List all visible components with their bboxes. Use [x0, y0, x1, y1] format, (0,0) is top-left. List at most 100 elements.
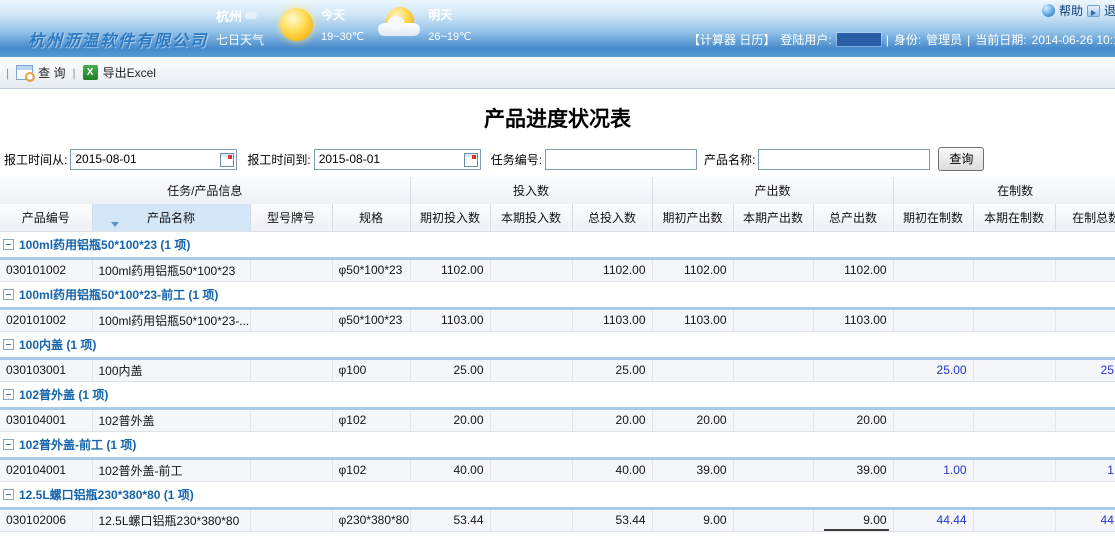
col-header-spec[interactable]: 规格 — [332, 204, 410, 231]
table-cell: φ102 — [332, 458, 410, 481]
table-row: 030103001100内盖φ10025.0025.0025.0025.00 — [0, 358, 1115, 381]
calendar-icon[interactable] — [220, 153, 234, 167]
table-cell — [733, 508, 813, 531]
table-cell[interactable]: 1.00 — [893, 458, 973, 481]
date-from-label: 报工时间从: — [4, 151, 67, 168]
query-button-label: 查 询 — [38, 64, 65, 81]
table-cell — [733, 358, 813, 381]
col-header-output-period[interactable]: 本期产出数 — [733, 204, 813, 231]
calendar-icon[interactable] — [464, 153, 478, 167]
table-cell — [250, 458, 332, 481]
group-header-row: 102普外盖 (1 项) — [0, 381, 1115, 408]
today-temperature: 19~30℃ — [321, 30, 364, 43]
logout-link[interactable]: 退出 — [1104, 2, 1115, 19]
filter-search-button[interactable]: 查询 — [938, 147, 984, 171]
table-cell: 030103001 — [0, 358, 92, 381]
group-title: 102普外盖 (1 项) — [19, 388, 108, 402]
table-cell: 25.00 — [572, 358, 652, 381]
table-cell: 030102006 — [0, 508, 92, 531]
table-cell: φ230*380*80 — [332, 508, 410, 531]
export-excel-button[interactable]: X 导出Excel — [83, 64, 156, 81]
top-links: 帮助 退出 — [1042, 2, 1115, 19]
collapse-icon[interactable] — [3, 289, 14, 300]
table-cell — [973, 408, 1055, 431]
table-cell: 53.44 — [410, 508, 490, 531]
table-cell[interactable]: 25.00 — [893, 358, 973, 381]
group-title: 100内盖 (1 项) — [19, 338, 96, 352]
sun-cloud-icon — [378, 6, 422, 42]
col-header-product-name[interactable]: 产品名称 — [92, 204, 250, 231]
table-cell — [733, 458, 813, 481]
header-columns-row: 产品编号 产品名称 型号牌号 规格 期初投入数 本期投入数 总投入数 期初产出数… — [0, 204, 1115, 231]
date-to-input[interactable] — [314, 149, 481, 170]
col-header-output-total[interactable]: 总产出数 — [813, 204, 893, 231]
table-cell: 102普外盖 — [92, 408, 250, 431]
col-header-input-begin[interactable]: 期初投入数 — [410, 204, 490, 231]
toolbar-separator: | — [72, 66, 75, 80]
table-cell[interactable]: 44.44 — [1055, 508, 1115, 531]
table-cell[interactable]: 25.00 — [1055, 358, 1115, 381]
table-cell — [250, 258, 332, 281]
collapse-icon[interactable] — [3, 339, 14, 350]
collapse-icon[interactable] — [3, 389, 14, 400]
group-header-row: 12.5L螺口铝瓶230*380*80 (1 项) — [0, 481, 1115, 508]
task-no-input[interactable] — [545, 149, 697, 170]
table-cell — [250, 308, 332, 331]
table-row: 030104001102普外盖φ10220.0020.0020.0020.00 — [0, 408, 1115, 431]
table-body: 100ml药用铝瓶50*100*23 (1 项) 030101002100ml药用… — [0, 231, 1115, 531]
week-weather-link[interactable]: 七日天气 — [216, 31, 264, 48]
table-cell — [1055, 408, 1115, 431]
table-cell[interactable]: 44.44 — [893, 508, 973, 531]
sun-icon — [280, 8, 313, 41]
table-cell — [652, 358, 733, 381]
table-cell — [733, 258, 813, 281]
table-cell: 25.00 — [410, 358, 490, 381]
query-button[interactable]: 查 询 — [16, 64, 65, 81]
table-cell: φ50*100*23 — [332, 308, 410, 331]
table-cell: 100ml药用铝瓶50*100*23 — [92, 258, 250, 281]
col-header-wip-begin[interactable]: 期初在制数 — [893, 204, 973, 231]
col-header-input-period[interactable]: 本期投入数 — [490, 204, 572, 231]
table-cell — [490, 258, 572, 281]
col-header-product-code[interactable]: 产品编号 — [0, 204, 92, 231]
collapse-icon[interactable] — [3, 439, 14, 450]
col-header-wip-total[interactable]: 在制总数 — [1055, 204, 1115, 231]
collapse-icon[interactable] — [3, 239, 14, 250]
header-group-task-product: 任务/产品信息 — [0, 177, 410, 204]
help-link[interactable]: 帮助 — [1059, 2, 1083, 19]
table-cell — [973, 458, 1055, 481]
table-cell: 030104001 — [0, 408, 92, 431]
product-progress-table: 任务/产品信息 投入数 产出数 在制数 产品编号 产品名称 型号牌号 规格 期初… — [0, 177, 1115, 532]
table-cell: 1102.00 — [572, 258, 652, 281]
group-header-row: 100ml药用铝瓶50*100*23 (1 项) — [0, 231, 1115, 258]
table-row: 030101002100ml药用铝瓶50*100*23φ50*100*23110… — [0, 258, 1115, 281]
identity-value: 管理员 — [926, 31, 962, 48]
app-window: 杭州沥温软件有限公司 杭州 七日天气 今天 19~30℃ 明天 — [0, 0, 1115, 545]
group-title: 100ml药用铝瓶50*100*23 (1 项) — [19, 238, 190, 252]
table-cell — [733, 408, 813, 431]
table-cell — [1055, 308, 1115, 331]
group-header-row: 100内盖 (1 项) — [0, 331, 1115, 358]
table-cell: 40.00 — [572, 458, 652, 481]
date-from-input[interactable] — [70, 149, 237, 170]
header-group-output: 产出数 — [652, 177, 893, 204]
product-name-input[interactable] — [758, 149, 930, 170]
group-header-row: 100ml药用铝瓶50*100*23-前工 (1 项) — [0, 281, 1115, 308]
table-cell: 39.00 — [813, 458, 893, 481]
col-header-model[interactable]: 型号牌号 — [250, 204, 332, 231]
table-cell[interactable]: 1.00 — [1055, 458, 1115, 481]
table-row: 020104001102普外盖-前工φ10240.0040.0039.0039.… — [0, 458, 1115, 481]
table-cell — [250, 408, 332, 431]
status-line: 【计算器 日历】 登陆用户: | 身份: 管理员 | 当前日期: 2014-06… — [688, 31, 1115, 48]
login-user-label: 登陆用户: — [780, 31, 831, 48]
table-cell: 53.44 — [572, 508, 652, 531]
table-cell: 030101002 — [0, 258, 92, 281]
collapse-icon[interactable] — [3, 489, 14, 500]
col-header-wip-period[interactable]: 本期在制数 — [973, 204, 1055, 231]
toolbar-separator: | — [6, 66, 9, 80]
col-header-input-total[interactable]: 总投入数 — [572, 204, 652, 231]
separator: | — [967, 33, 970, 47]
tools-links[interactable]: 【计算器 日历】 — [688, 31, 775, 48]
task-no-label: 任务编号: — [491, 151, 542, 168]
col-header-output-begin[interactable]: 期初产出数 — [652, 204, 733, 231]
